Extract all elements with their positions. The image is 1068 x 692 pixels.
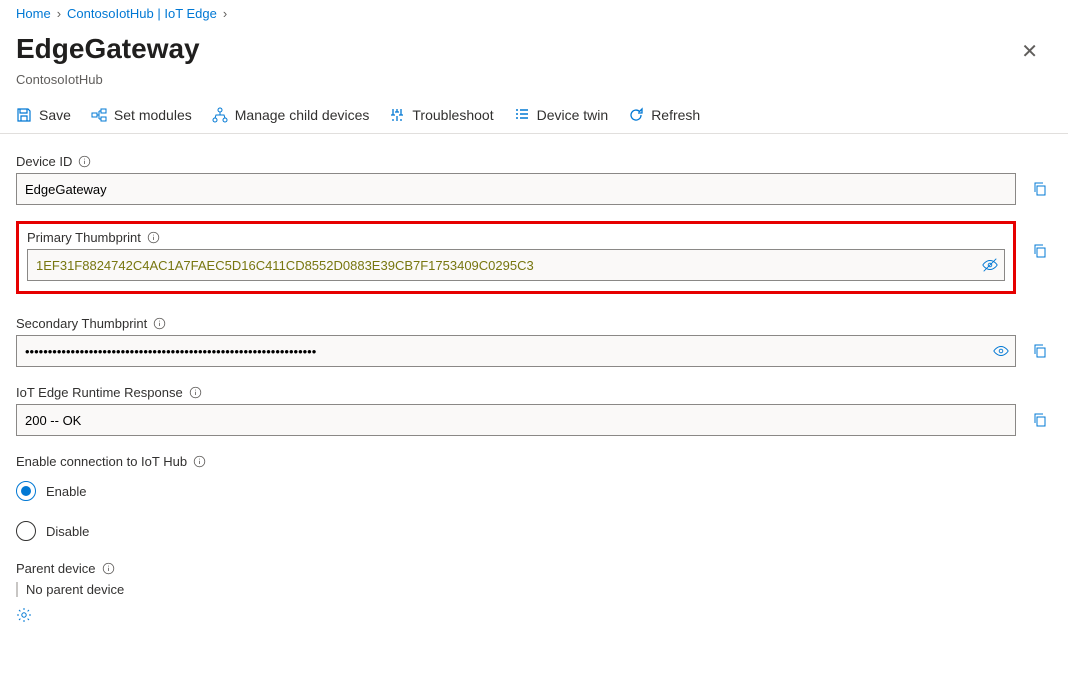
save-button[interactable]: Save — [16, 107, 71, 123]
page-subtitle: ContosoIotHub — [0, 72, 1068, 101]
copy-device-id-button[interactable] — [1028, 177, 1052, 201]
breadcrumb: Home › ContosoIotHub | IoT Edge › — [0, 0, 1068, 27]
secondary-thumbprint-label: Secondary Thumbprint — [16, 316, 1052, 331]
info-icon[interactable] — [78, 155, 91, 168]
chevron-right-icon: › — [57, 6, 61, 21]
primary-thumbprint-label-text: Primary Thumbprint — [27, 230, 141, 245]
device-twin-button[interactable]: Device twin — [514, 107, 609, 123]
chevron-right-icon: › — [223, 6, 227, 21]
runtime-response-label: IoT Edge Runtime Response — [16, 385, 1052, 400]
info-icon[interactable] — [193, 455, 206, 468]
breadcrumb-home[interactable]: Home — [16, 6, 51, 21]
save-icon — [16, 107, 32, 123]
enable-radio-label: Enable — [46, 484, 86, 499]
device-id-row — [16, 173, 1052, 205]
manage-child-button[interactable]: Manage child devices — [212, 107, 370, 123]
troubleshoot-icon — [389, 107, 405, 123]
copy-primary-thumbprint-button[interactable] — [1028, 239, 1052, 263]
content: Device ID Primary Thumbprint — [0, 134, 1068, 642]
primary-thumbprint-input-wrap — [27, 249, 1005, 281]
runtime-response-label-text: IoT Edge Runtime Response — [16, 385, 183, 400]
copy-runtime-button[interactable] — [1028, 408, 1052, 432]
breadcrumb-hub[interactable]: ContosoIotHub | IoT Edge — [67, 6, 217, 21]
header: EdgeGateway ✕ — [0, 27, 1068, 72]
refresh-icon — [628, 107, 644, 123]
device-id-label-text: Device ID — [16, 154, 72, 169]
enable-connection-radio-group: Enable Disable — [16, 481, 1052, 541]
secondary-thumbprint-input-wrap — [16, 335, 1016, 367]
page-title: EdgeGateway — [16, 33, 200, 65]
disable-radio-label: Disable — [46, 524, 89, 539]
enable-connection-label: Enable connection to IoT Hub — [16, 454, 1052, 469]
copy-secondary-thumbprint-button[interactable] — [1028, 339, 1052, 363]
runtime-response-input[interactable] — [16, 404, 1016, 436]
parent-device-value: No parent device — [16, 582, 1052, 597]
parent-device-settings-button[interactable] — [16, 607, 32, 623]
device-id-label: Device ID — [16, 154, 1052, 169]
info-icon[interactable] — [147, 231, 160, 244]
manage-child-label: Manage child devices — [235, 107, 370, 123]
parent-device-label: Parent device — [16, 561, 1052, 576]
reveal-icon[interactable] — [992, 342, 1010, 360]
refresh-label: Refresh — [651, 107, 700, 123]
enable-radio[interactable]: Enable — [16, 481, 1052, 501]
toolbar: Save Set modules Manage child devices Tr… — [0, 101, 1068, 134]
primary-thumbprint-input[interactable] — [27, 249, 1005, 281]
runtime-response-row — [16, 404, 1052, 436]
device-twin-label: Device twin — [537, 107, 609, 123]
secondary-thumbprint-row — [16, 335, 1052, 367]
set-modules-label: Set modules — [114, 107, 192, 123]
radio-checked-icon — [16, 481, 36, 501]
list-icon — [514, 107, 530, 123]
enable-connection-label-text: Enable connection to IoT Hub — [16, 454, 187, 469]
modules-icon — [91, 107, 107, 123]
info-icon[interactable] — [102, 562, 115, 575]
secondary-thumbprint-label-text: Secondary Thumbprint — [16, 316, 147, 331]
device-id-input[interactable] — [16, 173, 1016, 205]
primary-thumbprint-label: Primary Thumbprint — [27, 230, 1005, 245]
close-button[interactable]: ✕ — [1007, 33, 1052, 70]
info-icon[interactable] — [189, 386, 202, 399]
primary-thumbprint-highlight: Primary Thumbprint — [16, 221, 1016, 294]
refresh-button[interactable]: Refresh — [628, 107, 700, 123]
disable-radio[interactable]: Disable — [16, 521, 1052, 541]
troubleshoot-button[interactable]: Troubleshoot — [389, 107, 493, 123]
set-modules-button[interactable]: Set modules — [91, 107, 192, 123]
radio-unchecked-icon — [16, 521, 36, 541]
secondary-thumbprint-input[interactable] — [16, 335, 1016, 367]
parent-device-label-text: Parent device — [16, 561, 96, 576]
troubleshoot-label: Troubleshoot — [412, 107, 493, 123]
info-icon[interactable] — [153, 317, 166, 330]
hierarchy-icon — [212, 107, 228, 123]
save-label: Save — [39, 107, 71, 123]
hide-icon[interactable] — [981, 256, 999, 274]
